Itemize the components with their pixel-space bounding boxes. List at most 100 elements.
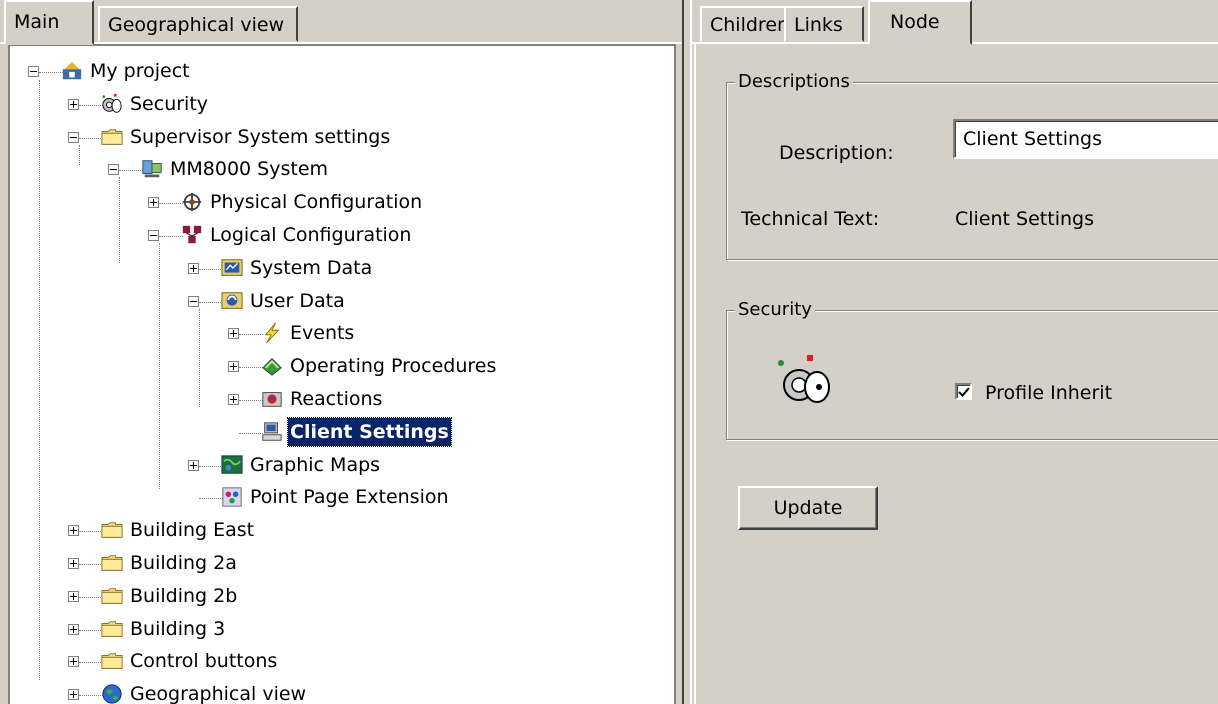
left-tabstrip: Main Geographical view bbox=[0, 0, 682, 45]
tree-node-label[interactable]: Building 2b bbox=[128, 582, 239, 610]
expand-toggle[interactable] bbox=[68, 98, 79, 110]
tab-children-label: Children bbox=[710, 14, 790, 36]
tree-node[interactable]: System Data bbox=[10, 253, 670, 283]
system-data-icon bbox=[221, 259, 243, 276]
tree-node-label[interactable]: User Data bbox=[248, 287, 347, 315]
folder-icon bbox=[101, 620, 123, 637]
left-pane: Main Geographical view My project Securit… bbox=[0, 0, 682, 704]
expand-toggle[interactable] bbox=[68, 525, 79, 537]
expand-toggle[interactable] bbox=[228, 361, 239, 373]
project-tree[interactable]: My project Security Supervisor System sett… bbox=[8, 44, 676, 704]
tree-node[interactable]: Security bbox=[10, 89, 670, 119]
tree-node[interactable]: My project bbox=[10, 56, 670, 86]
book-icon bbox=[262, 358, 282, 376]
tree-node[interactable]: Logical Configuration bbox=[10, 220, 670, 250]
tree-node[interactable]: Operating Procedures bbox=[10, 351, 670, 381]
collapse-toggle[interactable] bbox=[108, 164, 119, 176]
lightning-icon bbox=[264, 323, 280, 344]
tree-node-label[interactable]: Building East bbox=[128, 516, 256, 544]
right-pane: Children Links Node Descriptions Descrip… bbox=[692, 0, 1218, 704]
tree-node[interactable]: Point Page Extension bbox=[10, 482, 670, 512]
tree-node-label[interactable]: System Data bbox=[248, 254, 374, 282]
tree-node-label[interactable]: Logical Configuration bbox=[208, 221, 413, 249]
expand-toggle[interactable] bbox=[228, 394, 239, 405]
tree-node[interactable]: Events bbox=[10, 318, 670, 348]
tree-node-label[interactable]: Security bbox=[128, 90, 210, 118]
expand-toggle[interactable] bbox=[188, 459, 199, 471]
physical-config-icon bbox=[182, 193, 202, 212]
tree-node-label[interactable]: MM8000 System bbox=[168, 155, 330, 183]
tree-node-label[interactable]: Physical Configuration bbox=[208, 188, 424, 216]
folder-icon bbox=[101, 653, 123, 670]
tab-geographical-view-label: Geographical view bbox=[108, 14, 285, 36]
tree-node-label-selected[interactable]: Client Settings bbox=[287, 416, 452, 447]
tree-node-label[interactable]: Supervisor System settings bbox=[128, 123, 392, 151]
tree-node-label[interactable]: Events bbox=[288, 319, 356, 347]
tab-node-label: Node bbox=[890, 11, 940, 33]
tree-node[interactable]: Graphic Maps bbox=[10, 450, 670, 480]
folder-icon bbox=[101, 128, 123, 145]
user-data-icon bbox=[221, 291, 243, 309]
checkmark-icon bbox=[958, 387, 970, 397]
tree-node[interactable]: Supervisor System settings bbox=[10, 122, 670, 152]
update-button-label: Update bbox=[773, 497, 843, 519]
tree-node-label[interactable]: Building 3 bbox=[128, 615, 227, 643]
node-panel: Descriptions Description: Technical Text… bbox=[694, 44, 1218, 704]
profile-inherit-checkbox[interactable] bbox=[955, 383, 972, 400]
tree-node-label[interactable]: Graphic Maps bbox=[248, 451, 382, 479]
tree-node[interactable]: Reactions bbox=[10, 384, 670, 414]
expand-toggle[interactable] bbox=[148, 197, 159, 209]
tree-node-label[interactable]: Reactions bbox=[288, 385, 384, 413]
descriptions-group-title: Descriptions bbox=[735, 71, 853, 93]
tree-node[interactable]: Geographical view bbox=[10, 679, 670, 704]
tree-node-label[interactable]: Building 2a bbox=[128, 549, 239, 577]
tab-children[interactable]: Children bbox=[700, 6, 790, 42]
technical-text-label: Technical Text: bbox=[741, 208, 880, 230]
update-button[interactable]: Update bbox=[738, 486, 878, 530]
collapse-toggle[interactable] bbox=[68, 131, 79, 143]
tree-node-label[interactable]: Geographical view bbox=[128, 680, 308, 704]
technical-text-value: Client Settings bbox=[955, 208, 1094, 230]
tree-node[interactable]: Control buttons bbox=[10, 646, 670, 676]
tab-node[interactable]: Node bbox=[868, 0, 972, 45]
globe-icon bbox=[102, 684, 122, 704]
expand-toggle[interactable] bbox=[228, 328, 239, 340]
tree-node[interactable]: Building 3 bbox=[10, 614, 670, 644]
expand-toggle[interactable] bbox=[188, 262, 199, 274]
folder-icon bbox=[101, 555, 123, 571]
folder-icon bbox=[101, 588, 123, 604]
expand-toggle[interactable] bbox=[68, 623, 79, 635]
security-group-title: Security bbox=[735, 299, 815, 321]
description-input[interactable] bbox=[953, 119, 1218, 159]
reactions-icon bbox=[262, 392, 282, 407]
security-key-icon bbox=[778, 355, 830, 403]
tab-links[interactable]: Links bbox=[784, 6, 864, 42]
tree-node-label[interactable]: Point Page Extension bbox=[248, 483, 451, 511]
tree-node-label[interactable]: My project bbox=[88, 57, 192, 85]
tree-node[interactable]: Building East bbox=[10, 515, 670, 545]
tree-node[interactable]: User Data bbox=[10, 286, 670, 316]
tree-node[interactable]: MM8000 System bbox=[10, 154, 670, 184]
security-group: Security Profile Inherit bbox=[726, 299, 1218, 440]
collapse-toggle[interactable] bbox=[28, 66, 39, 77]
collapse-toggle[interactable] bbox=[188, 295, 199, 307]
tree-node-label[interactable]: Control buttons bbox=[128, 647, 279, 675]
tab-geographical-view[interactable]: Geographical view bbox=[98, 6, 298, 42]
tree-node[interactable]: Client Settings bbox=[10, 416, 670, 447]
tree-node-label[interactable]: Operating Procedures bbox=[288, 352, 498, 380]
folder-icon bbox=[101, 522, 123, 538]
right-tabstrip: Children Links Node bbox=[692, 0, 1218, 45]
expand-toggle[interactable] bbox=[68, 689, 79, 701]
tree-node[interactable]: Physical Configuration bbox=[10, 187, 670, 217]
tree-node[interactable]: Building 2a bbox=[10, 548, 670, 578]
profile-inherit-label[interactable]: Profile Inherit bbox=[985, 381, 1112, 405]
tab-main[interactable]: Main bbox=[4, 0, 94, 45]
client-computer-icon bbox=[262, 422, 282, 441]
expand-toggle[interactable] bbox=[68, 656, 79, 668]
tree-node[interactable]: Building 2b bbox=[10, 581, 670, 611]
pane-splitter[interactable] bbox=[682, 0, 692, 704]
point-page-icon bbox=[222, 487, 242, 508]
collapse-toggle[interactable] bbox=[148, 230, 159, 241]
expand-toggle[interactable] bbox=[68, 590, 79, 602]
expand-toggle[interactable] bbox=[68, 558, 79, 569]
